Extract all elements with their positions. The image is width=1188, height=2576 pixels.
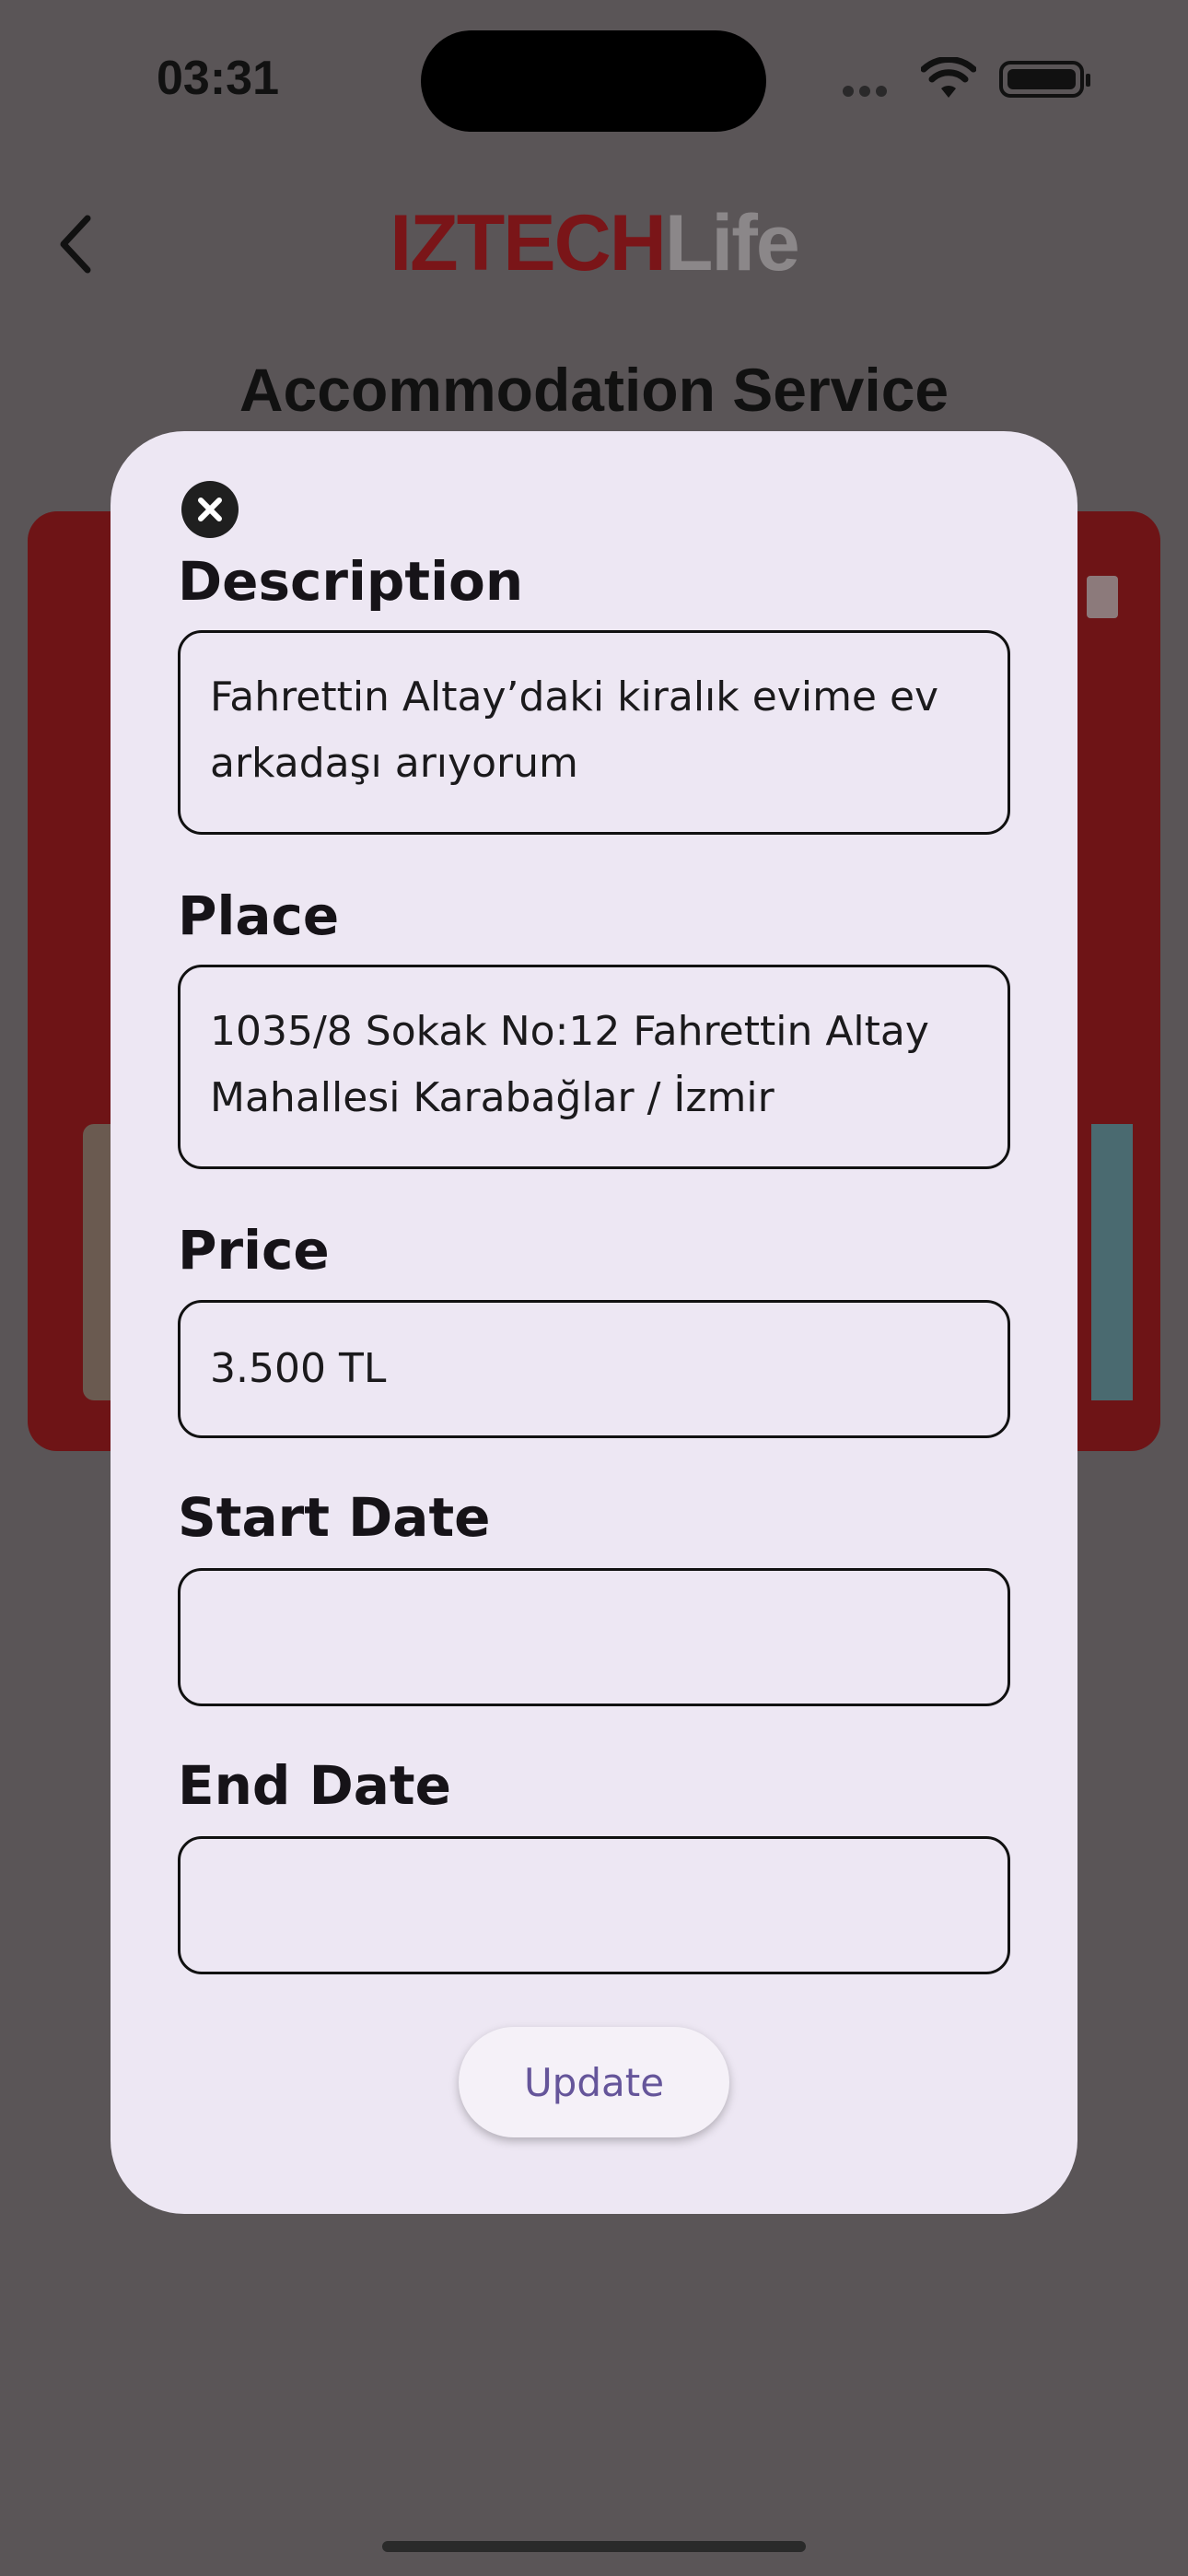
logo-text-iztech: IZTECH	[390, 199, 667, 287]
app-logo: IZTECHLife	[0, 198, 1188, 289]
update-button[interactable]: Update	[459, 2027, 729, 2137]
battery-icon	[999, 61, 1090, 98]
price-field[interactable]: 3.500 TL	[178, 1300, 1010, 1438]
listing-photo	[1091, 1124, 1133, 1400]
start-date-field[interactable]	[178, 1568, 1010, 1706]
start-date-label: Start Date	[178, 1486, 491, 1549]
place-value: 1035/8 Sokak No:12 Fahrettin Altay Mahal…	[210, 1008, 929, 1121]
description-label: Description	[178, 550, 524, 613]
home-indicator[interactable]	[382, 2541, 806, 2552]
price-value: 3.500 TL	[210, 1345, 387, 1392]
status-time: 03:31	[157, 52, 279, 105]
place-field[interactable]: 1035/8 Sokak No:12 Fahrettin Altay Mahal…	[178, 965, 1010, 1169]
description-field[interactable]: Fahrettin Altay’daki kiralık evime ev ar…	[178, 630, 1010, 835]
page-title: Accommodation Service	[239, 356, 949, 424]
description-value: Fahrettin Altay’daki kiralık evime ev ar…	[210, 673, 939, 787]
end-date-label: End Date	[178, 1754, 451, 1817]
logo-text-life: Life	[664, 199, 800, 287]
end-date-field[interactable]	[178, 1836, 1010, 1974]
place-label: Place	[178, 884, 340, 947]
price-label: Price	[178, 1219, 330, 1282]
close-icon[interactable]	[181, 481, 239, 538]
trash-icon[interactable]	[1087, 576, 1118, 618]
dynamic-island	[421, 30, 766, 132]
wifi-icon	[921, 57, 976, 98]
cellular-signal-icon	[843, 85, 903, 97]
